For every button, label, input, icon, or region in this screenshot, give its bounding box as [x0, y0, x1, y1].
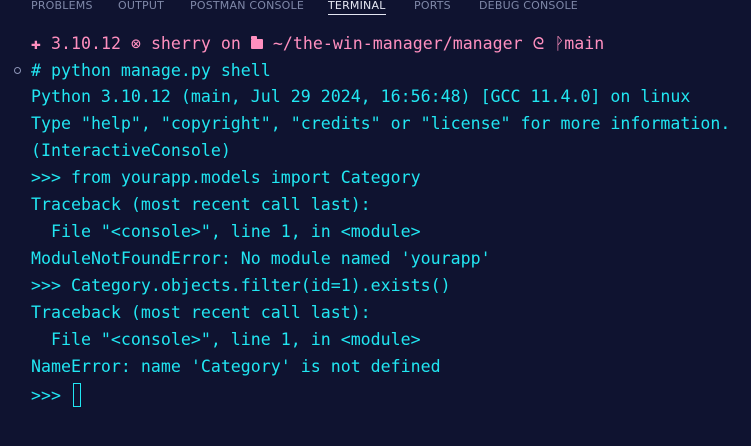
terminal-line: NameError: name 'Category' is not define…	[31, 357, 441, 376]
branch-icon: ᘓ	[532, 34, 545, 53]
python-icon: ✚	[31, 34, 41, 53]
terminal-line: Python 3.10.12 (main, Jul 29 2024, 16:56…	[31, 87, 691, 106]
repl-prompt: >>>	[31, 386, 71, 405]
git-branch: main	[564, 34, 605, 53]
username: sherry	[150, 34, 211, 53]
terminal-line: >>> Category.objects.filter(id=1).exists…	[31, 276, 451, 295]
terminal-line: >>> from yourapp.models import Category	[31, 168, 421, 187]
terminal-output[interactable]: ✚ 3.10.12 ⊗ sherry on ~/the-win-manager/…	[0, 0, 751, 446]
folder-icon	[250, 36, 263, 49]
input-line[interactable]: >>>	[31, 383, 81, 407]
terminal-line: File "<console>", line 1, in <module>	[31, 330, 421, 349]
git-icon: ᚹ	[554, 34, 565, 53]
terminal-line: # python manage.py shell	[31, 61, 271, 80]
shell-prompt: ✚ 3.10.12 ⊗ sherry on ~/the-win-manager/…	[31, 33, 604, 55]
terminal-line: Type "help", "copyright", "credits" or "…	[31, 114, 731, 133]
terminal-line: Traceback (most recent call last):	[31, 195, 371, 214]
terminal-line: File "<console>", line 1, in <module>	[31, 222, 421, 241]
terminal-line: ModuleNotFoundError: No module named 'yo…	[31, 249, 491, 268]
terminal-line: (InteractiveConsole)	[31, 141, 231, 160]
command-decoration-icon[interactable]	[14, 67, 21, 74]
python-version: 3.10.12	[51, 34, 121, 53]
text-cursor	[72, 383, 81, 407]
terminal-line: Traceback (most recent call last):	[31, 303, 371, 322]
user-icon: ⊗	[130, 34, 141, 53]
current-path: ~/the-win-manager/manager	[272, 34, 523, 53]
on-text: on	[220, 34, 241, 53]
